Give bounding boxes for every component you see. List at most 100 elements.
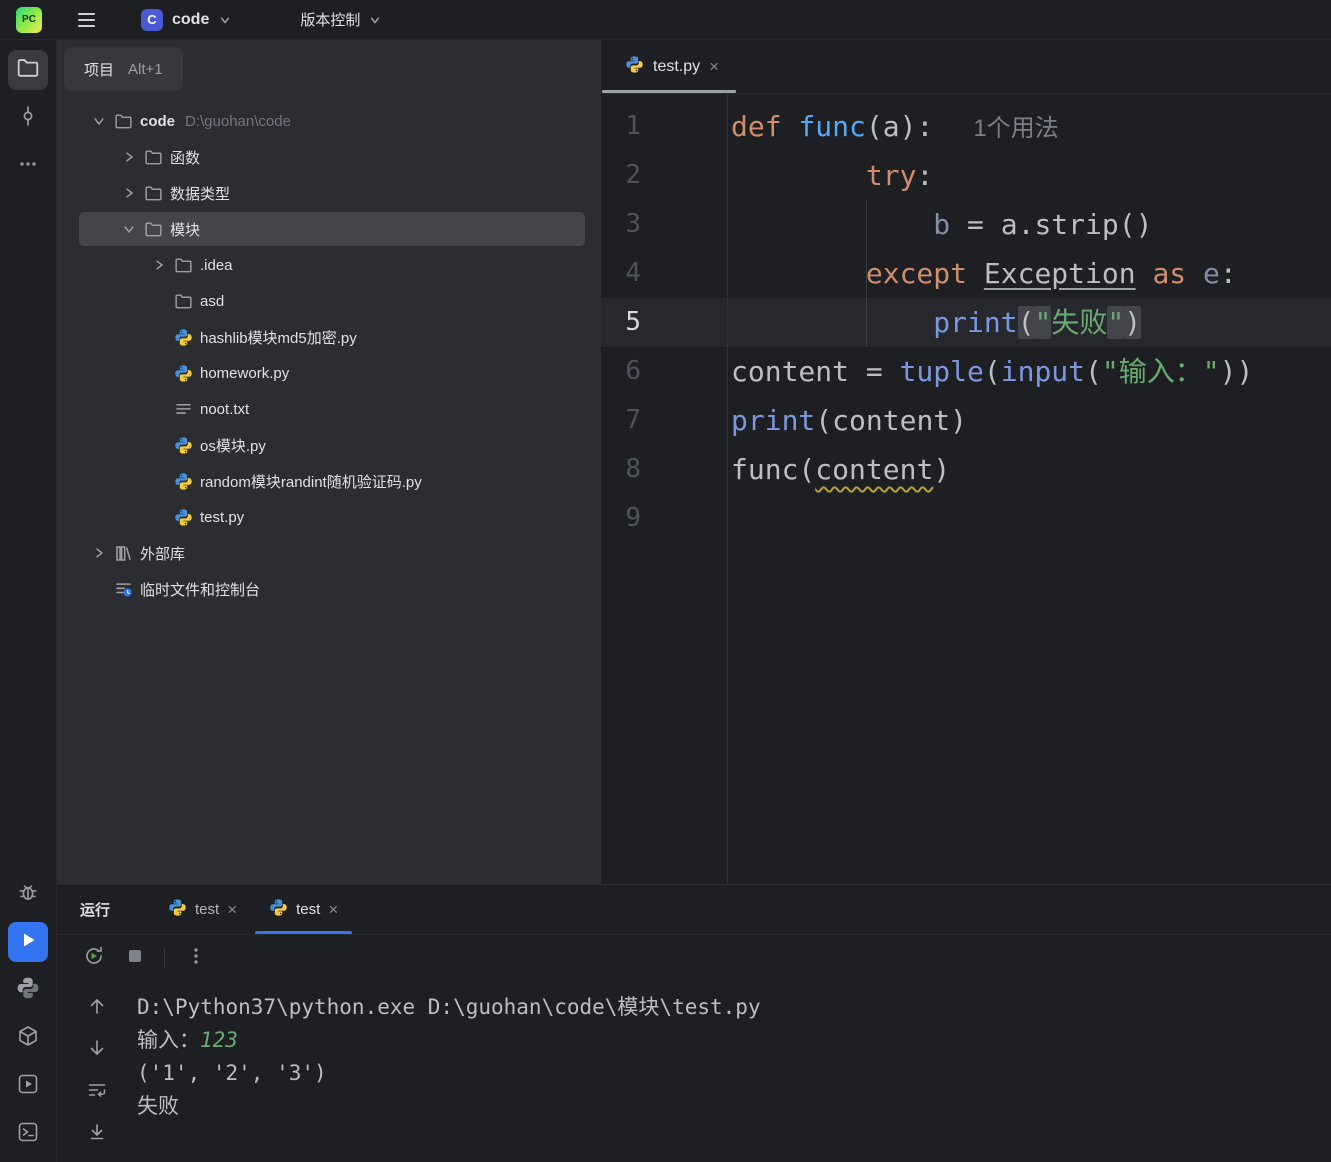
tree-item-homework[interactable]: homework.py (57, 355, 601, 391)
editor-tabstrip: test.py × (601, 40, 1331, 94)
tree-item-label: random模块randint随机验证码.py (200, 471, 422, 492)
more-options-button[interactable] (185, 945, 207, 972)
soft-wrap-button[interactable] (86, 1079, 108, 1106)
tree-item-scratches[interactable]: 临时文件和控制台 (57, 571, 601, 607)
tree-item-idea[interactable]: .idea (57, 247, 601, 283)
code-line-2[interactable]: 2 try: (601, 151, 1331, 200)
code-text: b = a.strip() (727, 200, 1331, 249)
tree-item-hashlib[interactable]: hashlib模块md5加密.py (57, 319, 601, 355)
scratch-icon (112, 580, 134, 599)
usages-inlay-hint[interactable]: 1个用法 (973, 115, 1058, 142)
project-panel-shortcut: Alt+1 (128, 61, 163, 78)
code-text: try: (727, 151, 1331, 200)
code-line-1[interactable]: 1def func(a):1个用法 (601, 102, 1331, 151)
line-number: 4 (601, 249, 727, 298)
tree-item-random[interactable]: random模块randint随机验证码.py (57, 463, 601, 499)
tree-item-label: 外部库 (140, 543, 185, 564)
chevron-right-icon[interactable] (115, 149, 142, 165)
tool-window-stripe (0, 40, 57, 1162)
debug-toolwindow-button[interactable] (8, 874, 48, 914)
scroll-to-end-button[interactable] (86, 1121, 108, 1148)
chevron-down-icon[interactable] (115, 221, 142, 237)
gutter-separator (727, 94, 728, 884)
chevron-down-icon[interactable] (85, 113, 112, 129)
tree-item-external-libraries[interactable]: 外部库 (57, 535, 601, 571)
tree-item-hanshu[interactable]: 函数 (57, 139, 601, 175)
run-panel: 运行 test × test × (57, 884, 1331, 1162)
code-line-4[interactable]: 4 except Exception as e: (601, 249, 1331, 298)
services-icon (16, 1072, 40, 1101)
project-toolwindow-button[interactable] (8, 50, 48, 90)
rerun-button[interactable] (82, 944, 106, 973)
code-line-8[interactable]: 8func(content) (601, 445, 1331, 494)
up-arrow-button[interactable] (86, 995, 108, 1022)
down-arrow-button[interactable] (86, 1037, 108, 1064)
console-output[interactable]: D:\Python37\python.exe D:\guohan\code\模块… (137, 981, 1331, 1162)
tree-item-os[interactable]: os模块.py (57, 427, 601, 463)
tree-item-code-root[interactable]: codeD:\guohan\code (57, 103, 601, 139)
project-badge: C (141, 9, 163, 31)
run-tab-test-2[interactable]: test × (253, 885, 354, 934)
more-tool-windows-button[interactable] (8, 146, 48, 186)
code-text: def func(a):1个用法 (727, 102, 1331, 151)
line-number: 5 (601, 298, 727, 347)
tree-item-shujuleixing[interactable]: 数据类型 (57, 175, 601, 211)
main-menu-icon[interactable] (78, 13, 95, 27)
code-text: content = tuple(input("输入：")) (727, 347, 1331, 396)
run-tab-label: test (296, 901, 320, 918)
services-toolwindow-button[interactable] (8, 1066, 48, 1106)
run-tabstrip: 运行 test × test × (57, 885, 1331, 935)
line-number: 8 (601, 445, 727, 494)
python-console-button[interactable] (8, 970, 48, 1010)
chevron-right-icon[interactable] (115, 185, 142, 201)
python-icon (172, 472, 194, 491)
project-panel-header[interactable]: 项目 Alt+1 (64, 47, 183, 91)
project-panel: 项目 Alt+1 codeD:\guohan\code函数数据类型模块 .idea… (57, 40, 601, 884)
code-editor[interactable]: 1def func(a):1个用法2 try:3 b = a.strip()4 … (601, 94, 1331, 884)
project-selector[interactable]: C code (135, 5, 238, 35)
tree-item-label: 临时文件和控制台 (140, 579, 260, 600)
python-packages-button[interactable] (8, 1018, 48, 1058)
upper-area: 项目 Alt+1 codeD:\guohan\code函数数据类型模块 .idea… (57, 40, 1331, 884)
run-tab-test-1[interactable]: test × (152, 885, 253, 934)
tree-item-label: .idea (200, 257, 233, 274)
indent-guide (866, 200, 867, 347)
chevron-right-icon[interactable] (145, 257, 172, 273)
editor-tab-label: test.py (653, 58, 700, 76)
code-line-5[interactable]: 5 print("失败") (601, 298, 1331, 347)
pycharm-logo[interactable]: PC (16, 7, 42, 33)
close-icon[interactable]: × (328, 901, 338, 918)
vcs-selector[interactable]: 版本控制 (300, 9, 382, 30)
scroll-to-end-icon (86, 1121, 108, 1148)
code-line-9[interactable]: 9 (601, 494, 1331, 543)
python-icon (172, 364, 194, 383)
chevron-right-icon[interactable] (85, 545, 112, 561)
python-icon (269, 898, 288, 922)
console-gutter (57, 981, 137, 1162)
tree-item-asd[interactable]: asd (57, 283, 601, 319)
stop-icon (126, 947, 144, 970)
run-toolwindow-button[interactable] (8, 922, 48, 962)
code-line-7[interactable]: 7print(content) (601, 396, 1331, 445)
commit-toolwindow-button[interactable] (8, 98, 48, 138)
run-toolbar (57, 935, 1331, 981)
tree-item-mokuai[interactable]: 模块 (57, 211, 601, 247)
main-area: 项目 Alt+1 codeD:\guohan\code函数数据类型模块 .idea… (0, 40, 1331, 1162)
stop-button[interactable] (126, 947, 144, 970)
tree-item-label: os模块.py (200, 435, 266, 456)
code-line-6[interactable]: 6content = tuple(input("输入：")) (601, 347, 1331, 396)
editor-tab-test-py[interactable]: test.py × (601, 40, 737, 93)
python-icon (172, 436, 194, 455)
code-text: print("失败") (727, 298, 1331, 347)
code-line-3[interactable]: 3 b = a.strip() (601, 200, 1331, 249)
tree-item-noot[interactable]: noot.txt (57, 391, 601, 427)
close-icon[interactable]: × (227, 901, 237, 918)
tree-item-label: homework.py (200, 365, 289, 382)
close-icon[interactable]: × (709, 58, 719, 75)
tree-item-test[interactable]: test.py (57, 499, 601, 535)
terminal-toolwindow-button[interactable] (8, 1114, 48, 1154)
toolbar-separator (164, 948, 165, 968)
line-number: 2 (601, 151, 727, 200)
folder-icon (172, 256, 194, 275)
bug-icon (16, 880, 40, 909)
